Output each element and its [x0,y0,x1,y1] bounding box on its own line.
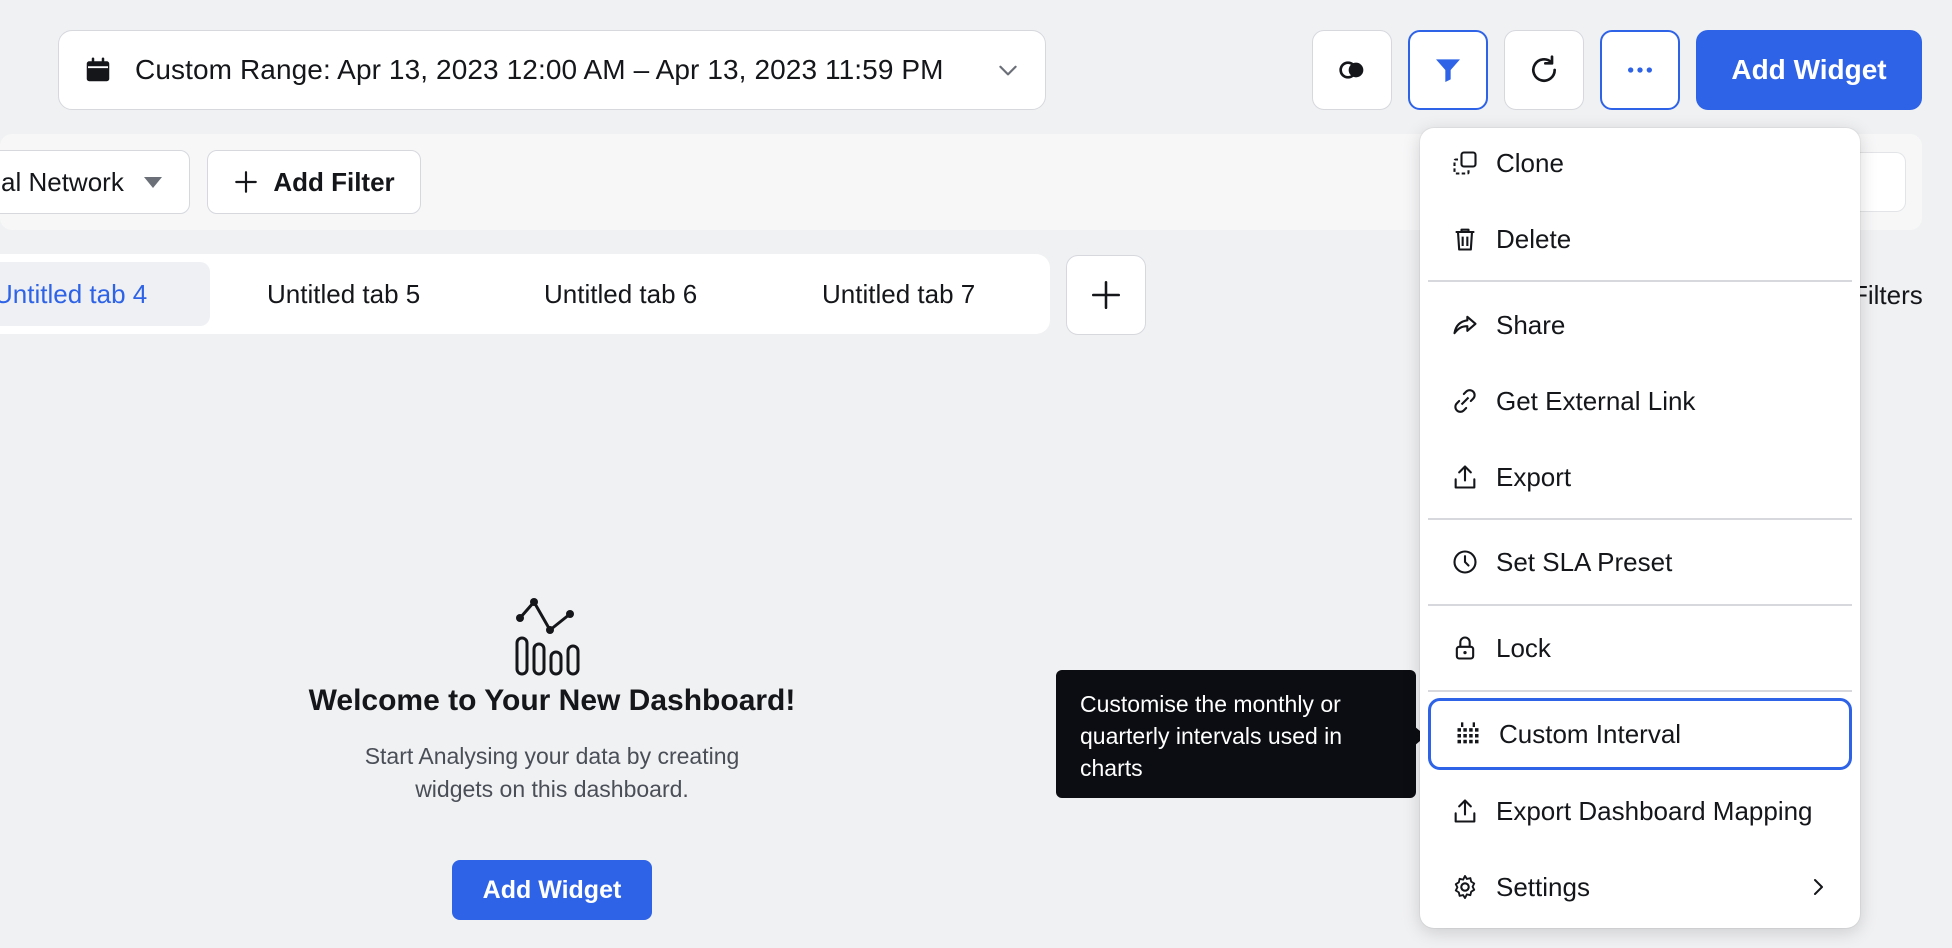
plus-icon [1091,280,1121,310]
filter-search-box[interactable] [1860,152,1906,212]
menu-item-label: Export Dashboard Mapping [1496,795,1813,826]
calendar-icon [86,57,110,82]
tooltip-line3: charts [1080,755,1143,781]
more-options-button[interactable] [1600,30,1680,110]
tab-untitled-6[interactable]: Untitled tab 6 [544,262,697,326]
menu-item-clone[interactable]: Clone [1428,127,1852,199]
clock-icon [1450,547,1480,577]
menu-item-export-dashboard-mapping[interactable]: Export Dashboard Mapping [1428,775,1852,847]
add-widget-button[interactable]: Add Widget [1696,30,1922,110]
refresh-button[interactable] [1504,30,1584,110]
export-icon [1450,462,1480,492]
empty-state-subtitle-line2: widgets on this dashboard. [415,776,689,802]
menu-item-set-sla-preset[interactable]: Set SLA Preset [1428,526,1852,598]
toggle-circles-icon [1339,61,1364,79]
share-icon [1450,310,1480,340]
menu-item-label: Settings [1496,871,1590,902]
tab-untitled-7[interactable]: Untitled tab 7 [822,262,975,326]
empty-state-subtitle: Start Analysing your data by creating wi… [280,740,824,806]
menu-divider [1428,518,1852,520]
lock-icon [1450,633,1480,663]
network-filter-chip[interactable]: al Network [0,150,190,214]
link-icon [1450,386,1480,416]
compare-toggle-button[interactable] [1312,30,1392,110]
menu-item-delete[interactable]: Delete [1428,203,1852,275]
funnel-icon [1436,59,1460,82]
menu-item-label: Get External Link [1496,385,1696,416]
menu-item-label: Delete [1496,223,1572,254]
date-range-text: Custom Range: Apr 13, 2023 12:00 AM – Ap… [135,54,944,85]
menu-item-label: Clone [1496,147,1564,178]
empty-state-title: Welcome to Your New Dashboard! [308,684,796,717]
menu-item-lock[interactable]: Lock [1428,612,1852,684]
tab-untitled-5[interactable]: Untitled tab 5 [267,262,420,326]
tab-untitled-4[interactable]: Untitled tab 4 [0,262,210,326]
empty-state-subtitle-line1: Start Analysing your data by creating [364,743,740,769]
empty-state-add-widget-button[interactable]: Add Widget [452,860,652,920]
caret-down-icon [143,176,162,188]
menu-item-share[interactable]: Share [1428,289,1852,361]
menu-item-get-external-link[interactable]: Get External Link [1428,365,1852,437]
export-icon [1450,796,1480,826]
menu-item-label: Lock [1496,632,1551,663]
menu-divider [1428,604,1852,606]
more-dots-icon [1628,67,1652,73]
filters-link[interactable]: Filters [1852,280,1923,311]
date-range-picker[interactable]: Custom Range: Apr 13, 2023 12:00 AM – Ap… [58,30,1046,110]
add-filter-button[interactable]: Add Filter [207,150,421,214]
menu-item-label: Export [1496,461,1572,492]
gear-icon [1450,872,1480,902]
network-filter-label: al Network [1,166,124,197]
menu-item-export[interactable]: Export [1428,441,1852,513]
menu-divider [1428,690,1852,692]
menu-divider [1428,280,1852,282]
menu-item-custom-interval[interactable]: Custom Interval [1428,698,1852,770]
menu-item-label: Set SLA Preset [1496,546,1673,577]
menu-item-label: Share [1496,309,1566,340]
custom-interval-tooltip: Customise the monthly or quarterly inter… [1056,670,1416,798]
trash-icon [1450,224,1480,254]
add-tab-button[interactable] [1066,255,1146,335]
filter-button[interactable] [1408,30,1488,110]
refresh-icon [1532,55,1556,82]
tooltip-line1: Customise the monthly or [1080,691,1341,717]
chart-analytics-icon [515,598,580,676]
tooltip-line2: quarterly intervals used in [1080,723,1343,749]
chevron-right-icon [1814,879,1823,895]
add-filter-label: Add Filter [273,166,395,197]
menu-item-settings[interactable]: Settings [1428,851,1852,923]
plus-icon [235,171,258,193]
menu-item-label: Custom Interval [1499,718,1682,749]
calendar-grid-icon [1453,719,1483,749]
clone-icon [1450,148,1480,178]
chevron-down-icon [999,65,1017,76]
